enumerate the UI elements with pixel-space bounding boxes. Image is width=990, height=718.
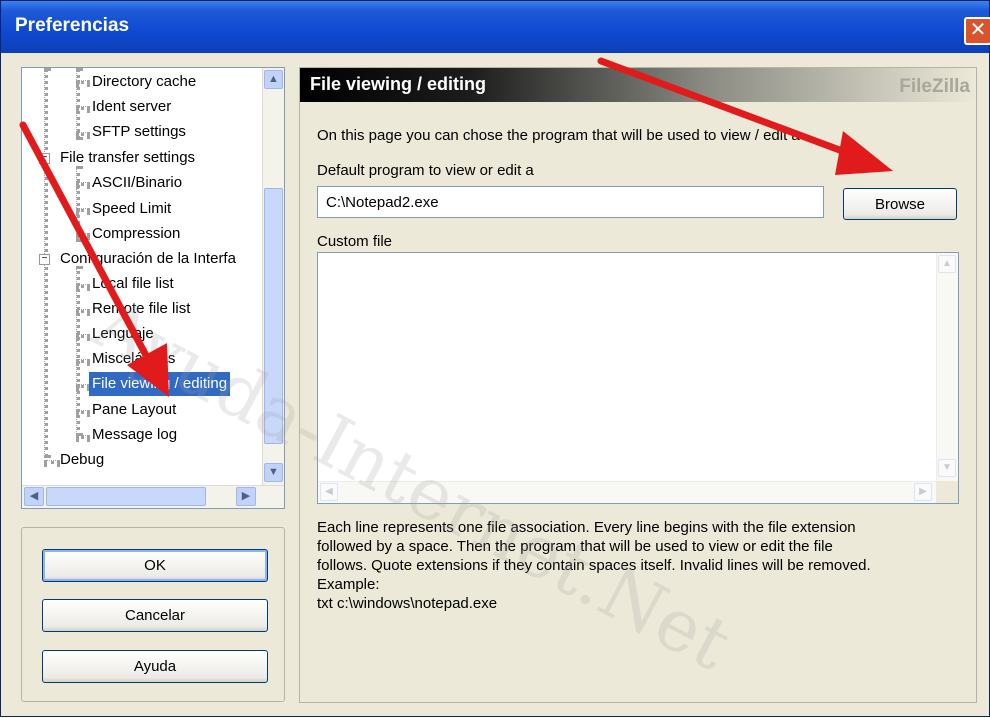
tree-connector [76,182,90,186]
ok-button[interactable]: OK [42,549,268,582]
tree-item-file-transfer-settings[interactable]: File transfer settings [60,146,195,170]
tree-connector [44,460,60,464]
preferences-dialog: Preferencias ✕ − − Directory cache Ident… [0,0,990,717]
tree-connector [76,334,90,338]
tree-item-configuracion-interfaz[interactable]: Configuración de la Interfa [60,247,236,271]
tree-item-debug[interactable]: Debug [60,448,104,472]
tree-item-message-log[interactable]: Message log [92,423,177,447]
help-text: Each line represents one file associatio… [317,518,967,613]
tree-content: − − Directory cache Ident server SFTP se… [22,68,262,485]
tree-connector [76,132,90,136]
page-title: File viewing / editing [310,74,487,94]
tree-connector [76,106,90,110]
close-icon: ✕ [969,19,987,41]
page-header: File viewing / editing FileZilla [300,68,976,102]
scroll-right-icon[interactable]: ▶ [236,487,256,506]
custom-file-associations-textarea[interactable]: ▲ ▼ ◀ ▶ [317,252,959,504]
tree-item-ident-server[interactable]: Ident server [92,95,171,119]
scroll-down-icon[interactable]: ▼ [938,459,956,477]
scroll-thumb[interactable] [46,487,206,506]
settings-page: File viewing / editing FileZilla On this… [299,67,977,703]
tree-item-compression[interactable]: Compression [92,222,180,246]
tree-connector [76,68,80,140]
help-line: followed by a space. Then the program th… [317,538,833,555]
tree-connector [76,208,90,212]
tree-item-directory-cache[interactable]: Directory cache [92,70,196,94]
scroll-up-icon[interactable]: ▲ [938,255,956,273]
dialog-buttons: OK Cancelar Ayuda [21,527,285,702]
tree-item-file-viewing-editing[interactable]: File viewing / editing [89,372,231,396]
tree-connector [76,410,90,414]
collapse-icon: − [41,253,48,264]
tree-connector [76,384,90,388]
help-button[interactable]: Ayuda [42,650,268,683]
page-description: On this page you can chose the program t… [317,127,800,144]
tree-expander[interactable]: − [39,254,50,265]
scroll-right-icon[interactable]: ▶ [914,483,932,501]
scrollbar-corner [936,481,958,503]
tree-expander[interactable]: − [39,153,50,164]
scroll-left-icon[interactable]: ◀ [320,483,338,501]
tree-connector [76,166,80,242]
settings-tree: − − Directory cache Ident server SFTP se… [21,67,285,509]
textarea-vertical-scrollbar[interactable]: ▲ ▼ [936,253,958,481]
tree-item-speed-limit[interactable]: Speed Limit [92,197,171,221]
tree-item-local-file-list[interactable]: Local file list [92,272,174,296]
scroll-down-icon[interactable]: ▼ [264,463,283,482]
brand-logo: FileZilla [899,76,970,97]
tree-horizontal-scrollbar[interactable]: ◀ ▶ [22,485,284,508]
tree-item-lenguaje[interactable]: Lenguaje [92,322,154,346]
help-line: txt c:\windows\notepad.exe [317,595,498,612]
tree-connector [76,233,90,237]
tree-item-remote-file-list[interactable]: Remote file list [92,297,190,321]
tree-item-sftp-settings[interactable]: SFTP settings [92,120,186,144]
tree-connector [76,284,90,288]
browse-button[interactable]: Browse [843,188,957,220]
default-program-input[interactable] [317,186,824,218]
scroll-up-icon[interactable]: ▲ [264,70,283,89]
default-program-label: Default program to view or edit a [317,162,534,179]
tree-connector [76,435,90,439]
help-line: Each line represents one file associatio… [317,519,856,536]
tree-item-ascii-binario[interactable]: ASCII/Binario [92,171,182,195]
collapse-icon: − [41,152,48,163]
scroll-left-icon[interactable]: ◀ [24,487,44,506]
textarea-horizontal-scrollbar[interactable]: ◀ ▶ [318,481,936,503]
tree-connector [76,309,90,313]
custom-file-label: Custom file [317,233,393,250]
cancel-button[interactable]: Cancelar [42,599,268,632]
window-title: Preferencias [15,15,130,36]
close-button[interactable]: ✕ [964,17,990,45]
tree-item-pane-layout[interactable]: Pane Layout [92,398,176,422]
tree-vertical-scrollbar[interactable]: ▲ ▼ [262,68,284,485]
tree-connector [76,80,90,84]
scroll-thumb[interactable] [264,188,283,444]
tree-item-miscelaneas[interactable]: Misceláneas [92,347,175,371]
help-line: Example: [317,576,380,593]
help-line: follows. Quote extensions if they contai… [317,557,871,574]
title-bar: Preferencias ✕ [1,1,990,53]
tree-connector [76,359,90,363]
